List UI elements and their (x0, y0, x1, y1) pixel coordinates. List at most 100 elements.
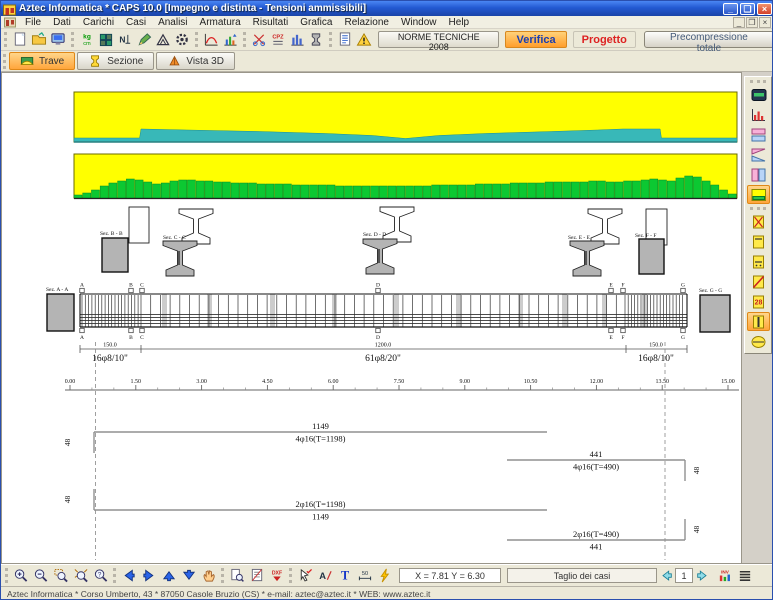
pan-down-button[interactable] (179, 567, 199, 585)
section-middle-button[interactable] (747, 252, 770, 271)
section-excluded-button[interactable] (747, 272, 770, 291)
legend-screen-button[interactable] (747, 85, 770, 104)
svg-text:12.00: 12.00 (590, 379, 604, 385)
pan-left-button[interactable] (119, 567, 139, 585)
menu-armatura[interactable]: Armatura (194, 17, 247, 28)
geometry-button[interactable]: N (115, 31, 134, 49)
zoom-out-button[interactable] (31, 567, 51, 585)
toolbar-grip[interactable] (71, 32, 74, 47)
minimize-button[interactable]: _ (723, 3, 738, 15)
progetto-button[interactable]: Progetto (573, 31, 636, 48)
next-case-button[interactable] (693, 567, 711, 584)
mdi-close-button[interactable]: × (759, 17, 771, 28)
inv-chart-button[interactable]: INV (715, 567, 735, 585)
truss-button[interactable] (153, 31, 172, 49)
section-cut-button[interactable] (249, 31, 268, 49)
section-view-button[interactable] (306, 31, 325, 49)
dxf-export-button[interactable]: DXF (267, 567, 287, 585)
section-top-button[interactable] (747, 232, 770, 251)
menu-casi[interactable]: Casi (120, 17, 152, 28)
maximize-button[interactable]: ❏ (740, 3, 755, 15)
svg-text:441: 441 (590, 449, 603, 459)
font-style-button[interactable]: A (315, 567, 335, 585)
options-button[interactable] (172, 31, 191, 49)
mdi-minimize-button[interactable]: _ (733, 17, 745, 28)
report-button[interactable] (335, 31, 354, 49)
stress-top-button[interactable] (747, 125, 770, 144)
verifica-button[interactable]: Verifica (505, 31, 566, 48)
zoom-dynamic-button[interactable]: ? (91, 567, 111, 585)
materials-button[interactable] (96, 31, 115, 49)
child-window-icon[interactable] (4, 17, 16, 28)
svg-text:1200.0: 1200.0 (375, 343, 392, 349)
svg-text:2φ16(T=1198): 2φ16(T=1198) (296, 499, 346, 509)
zoom-window-button[interactable] (51, 567, 71, 585)
menu-window[interactable]: Window (395, 17, 443, 28)
impegno-view-button[interactable] (747, 185, 770, 204)
measure-button[interactable]: 50 (355, 567, 375, 585)
chart-moment-button[interactable] (201, 31, 220, 49)
units-button[interactable]: kgcm (77, 31, 96, 49)
tab-vista-3d[interactable]: Vista 3D (156, 52, 235, 70)
snap-button[interactable] (375, 567, 395, 585)
coordinates-display: X = 7.81 Y = 6.30 (399, 568, 501, 583)
toolbar-grip[interactable] (750, 80, 766, 83)
case-list-button[interactable] (735, 567, 755, 585)
case-selector[interactable]: Taglio dei casi (507, 568, 657, 583)
precompressione-totale-button[interactable]: Precompressione totale (644, 31, 773, 48)
tab-sezione[interactable]: Sezione (77, 52, 154, 70)
previous-case-button[interactable] (657, 567, 675, 584)
zoom-extents-button[interactable] (71, 567, 91, 585)
section-none-button[interactable] (747, 212, 770, 231)
new-file-button[interactable] (10, 31, 29, 49)
menu-risultati[interactable]: Risultati (247, 17, 295, 28)
drawing-canvas[interactable]: Sez. B - BSez. C - CSez. D - DSez. E - E… (1, 72, 742, 564)
norme-tecniche-button[interactable]: NORME TECNICHE 2008 (378, 31, 499, 48)
toolbar-grip[interactable] (195, 32, 198, 47)
section-labels-button[interactable]: 28 (747, 292, 770, 311)
chart-combo-button[interactable] (220, 31, 239, 49)
menu-carichi[interactable]: Carichi (77, 17, 120, 28)
case-number-field[interactable]: 1 (675, 568, 693, 583)
menu-help[interactable]: Help (443, 17, 476, 28)
section-bars-button[interactable] (747, 312, 770, 331)
toolbar-grip[interactable] (5, 568, 8, 583)
menu-relazione[interactable]: Relazione (338, 17, 394, 28)
toolbar-grip[interactable] (750, 207, 766, 210)
toolbar-grip[interactable] (4, 32, 7, 47)
menu-analisi[interactable]: Analisi (152, 17, 193, 28)
svg-text:0.00: 0.00 (65, 379, 76, 385)
toolbar-grip[interactable] (3, 54, 6, 69)
histogram-button[interactable] (287, 31, 306, 49)
save-file-button[interactable] (48, 31, 67, 49)
warning-button[interactable] (354, 31, 373, 49)
menu-file[interactable]: File (19, 17, 47, 28)
svg-text:50: 50 (362, 571, 368, 577)
pan-hand-button[interactable] (199, 567, 219, 585)
menu-bar: FileDatiCarichiCasiAnalisiArmaturaRisult… (1, 16, 773, 29)
toolbar-grip (221, 568, 224, 583)
stress-middle-button[interactable] (747, 145, 770, 164)
print-area-button[interactable] (247, 567, 267, 585)
menu-dati[interactable]: Dati (47, 17, 77, 28)
section-round-button[interactable] (747, 332, 770, 351)
pan-right-button[interactable] (139, 567, 159, 585)
edit-button[interactable] (134, 31, 153, 49)
tab-trave[interactable]: Trave (9, 52, 75, 70)
open-file-button[interactable] (29, 31, 48, 49)
redraw-button[interactable] (295, 567, 315, 585)
toolbar-grip[interactable] (243, 32, 246, 47)
text-tool-button[interactable]: T (335, 567, 355, 585)
zoom-in-button[interactable] (11, 567, 31, 585)
svg-text:150.0: 150.0 (103, 343, 117, 349)
cpz-view-button[interactable]: CPZ (268, 31, 287, 49)
svg-text:E: E (609, 335, 613, 341)
close-button[interactable]: × (757, 3, 772, 15)
mdi-restore-button[interactable]: ❐ (746, 17, 758, 28)
print-preview-button[interactable] (227, 567, 247, 585)
stress-bottom-button[interactable] (747, 165, 770, 184)
diagram-chart-button[interactable] (747, 105, 770, 124)
pan-up-button[interactable] (159, 567, 179, 585)
menu-grafica[interactable]: Grafica (294, 17, 338, 28)
toolbar-grip[interactable] (329, 32, 332, 47)
